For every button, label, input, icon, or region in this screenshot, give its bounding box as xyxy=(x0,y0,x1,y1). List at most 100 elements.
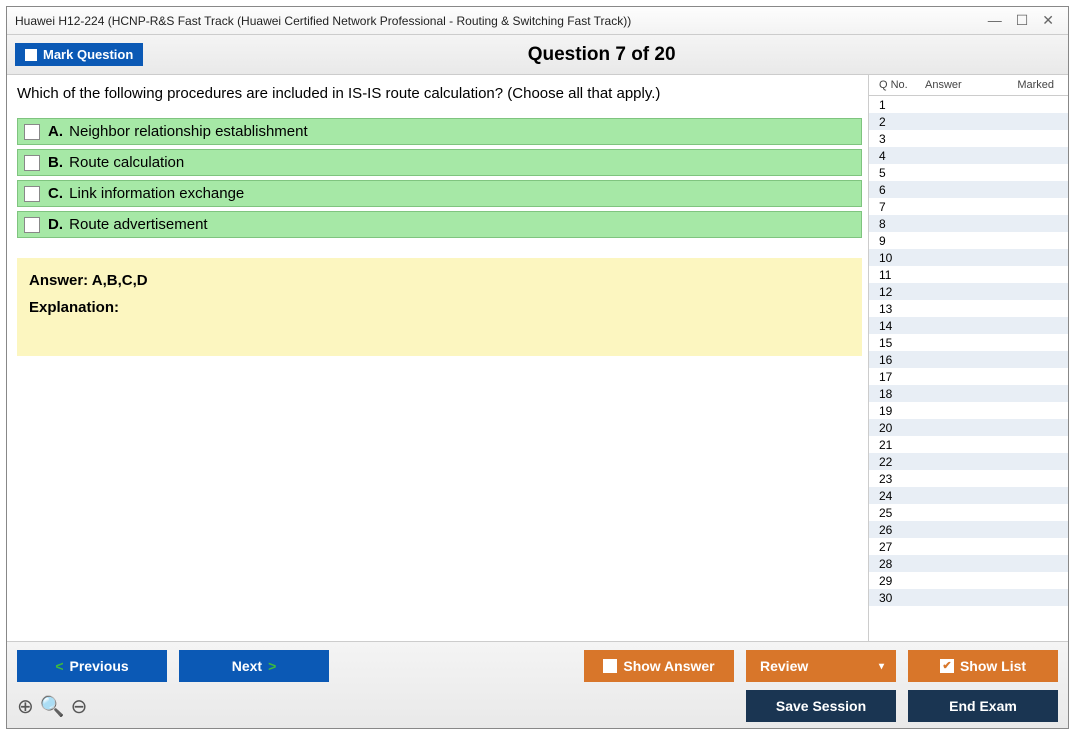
option-d[interactable]: D. Route advertisement xyxy=(17,211,862,238)
list-row[interactable]: 28 xyxy=(869,555,1068,572)
list-row[interactable]: 23 xyxy=(869,470,1068,487)
zoom-in-icon[interactable]: ⊕ xyxy=(17,694,34,719)
show-answer-label: Show Answer xyxy=(623,658,714,674)
list-row[interactable]: 18 xyxy=(869,385,1068,402)
row-qno: 19 xyxy=(879,404,925,418)
row-qno: 18 xyxy=(879,387,925,401)
option-checkbox-icon xyxy=(24,124,40,140)
list-row[interactable]: 11 xyxy=(869,266,1068,283)
chevron-down-icon: ▾ xyxy=(879,661,884,672)
option-text: Neighbor relationship establishment xyxy=(69,123,307,140)
question-panel: Which of the following procedures are in… xyxy=(7,75,868,641)
window-controls: — ☐ ✕ xyxy=(988,12,1060,29)
mark-label: Mark Question xyxy=(43,47,133,62)
row-qno: 22 xyxy=(879,455,925,469)
option-text: Route calculation xyxy=(69,154,184,171)
row-qno: 3 xyxy=(879,132,925,146)
question-list-panel: Q No. Answer Marked 12345678910111213141… xyxy=(868,75,1068,641)
zoom-reset-icon[interactable]: 🔍 xyxy=(40,694,65,719)
show-answer-checkbox-icon xyxy=(603,659,617,673)
col-qno: Q No. xyxy=(879,79,925,91)
list-row[interactable]: 1 xyxy=(869,96,1068,113)
option-letter: A. xyxy=(48,123,63,140)
row-qno: 29 xyxy=(879,574,925,588)
list-row[interactable]: 17 xyxy=(869,368,1068,385)
list-row[interactable]: 6 xyxy=(869,181,1068,198)
list-row[interactable]: 21 xyxy=(869,436,1068,453)
option-letter: C. xyxy=(48,185,63,202)
mark-question-button[interactable]: Mark Question xyxy=(15,43,143,66)
list-row[interactable]: 24 xyxy=(869,487,1068,504)
row-qno: 21 xyxy=(879,438,925,452)
option-text: Link information exchange xyxy=(69,185,244,202)
zoom-out-icon[interactable]: ⊖ xyxy=(71,694,88,719)
option-a[interactable]: A. Neighbor relationship establishment xyxy=(17,118,862,145)
list-row[interactable]: 16 xyxy=(869,351,1068,368)
maximize-icon[interactable]: ☐ xyxy=(1016,12,1029,29)
titlebar: Huawei H12-224 (HCNP-R&S Fast Track (Hua… xyxy=(7,7,1068,35)
save-session-label: Save Session xyxy=(776,698,866,714)
close-icon[interactable]: ✕ xyxy=(1042,12,1054,29)
list-row[interactable]: 9 xyxy=(869,232,1068,249)
window-title: Huawei H12-224 (HCNP-R&S Fast Track (Hua… xyxy=(15,14,631,28)
next-button[interactable]: Next > xyxy=(179,650,329,682)
row-qno: 5 xyxy=(879,166,925,180)
show-list-checkbox-icon: ✔ xyxy=(940,659,954,673)
row-qno: 25 xyxy=(879,506,925,520)
answer-text: Answer: A,B,C,D xyxy=(29,272,850,289)
list-body[interactable]: 1234567891011121314151617181920212223242… xyxy=(869,96,1068,641)
previous-label: Previous xyxy=(70,658,129,674)
list-row[interactable]: 8 xyxy=(869,215,1068,232)
row-qno: 15 xyxy=(879,336,925,350)
show-list-button[interactable]: ✔ Show List xyxy=(908,650,1058,682)
list-row[interactable]: 7 xyxy=(869,198,1068,215)
header-bar: Mark Question Question 7 of 20 xyxy=(7,35,1068,75)
row-qno: 26 xyxy=(879,523,925,537)
row-qno: 13 xyxy=(879,302,925,316)
col-marked: Marked xyxy=(985,79,1062,91)
list-row[interactable]: 26 xyxy=(869,521,1068,538)
show-answer-button[interactable]: Show Answer xyxy=(584,650,734,682)
list-row[interactable]: 4 xyxy=(869,147,1068,164)
list-row[interactable]: 14 xyxy=(869,317,1068,334)
previous-button[interactable]: < Previous xyxy=(17,650,167,682)
list-row[interactable]: 20 xyxy=(869,419,1068,436)
row-qno: 9 xyxy=(879,234,925,248)
progress-title: Question 7 of 20 xyxy=(143,44,1060,66)
end-exam-button[interactable]: End Exam xyxy=(908,690,1058,722)
row-qno: 4 xyxy=(879,149,925,163)
save-session-button[interactable]: Save Session xyxy=(746,690,896,722)
list-row[interactable]: 3 xyxy=(869,130,1068,147)
explanation-label: Explanation: xyxy=(29,299,850,316)
chevron-left-icon: < xyxy=(55,658,63,674)
option-b[interactable]: B. Route calculation xyxy=(17,149,862,176)
row-qno: 6 xyxy=(879,183,925,197)
review-dropdown[interactable]: Review ▾ xyxy=(746,650,896,682)
option-checkbox-icon xyxy=(24,155,40,171)
list-row[interactable]: 30 xyxy=(869,589,1068,606)
list-row[interactable]: 2 xyxy=(869,113,1068,130)
option-c[interactable]: C. Link information exchange xyxy=(17,180,862,207)
minimize-icon[interactable]: — xyxy=(988,12,1002,29)
row-qno: 11 xyxy=(879,268,925,282)
list-row[interactable]: 10 xyxy=(869,249,1068,266)
row-qno: 12 xyxy=(879,285,925,299)
list-row[interactable]: 12 xyxy=(869,283,1068,300)
option-checkbox-icon xyxy=(24,186,40,202)
list-row[interactable]: 5 xyxy=(869,164,1068,181)
list-row[interactable]: 15 xyxy=(869,334,1068,351)
col-answer: Answer xyxy=(925,79,985,91)
chevron-right-icon: > xyxy=(268,658,276,674)
list-row[interactable]: 29 xyxy=(869,572,1068,589)
footer-row-2: ⊕ 🔍 ⊖ Save Session End Exam xyxy=(17,690,1058,722)
list-row[interactable]: 27 xyxy=(869,538,1068,555)
footer: < Previous Next > Show Answer Review ▾ ✔… xyxy=(7,641,1068,728)
show-list-label: Show List xyxy=(960,658,1026,674)
options-list: A. Neighbor relationship establishment B.… xyxy=(17,118,862,238)
list-row[interactable]: 13 xyxy=(869,300,1068,317)
row-qno: 24 xyxy=(879,489,925,503)
list-row[interactable]: 19 xyxy=(869,402,1068,419)
row-qno: 14 xyxy=(879,319,925,333)
list-row[interactable]: 22 xyxy=(869,453,1068,470)
list-row[interactable]: 25 xyxy=(869,504,1068,521)
